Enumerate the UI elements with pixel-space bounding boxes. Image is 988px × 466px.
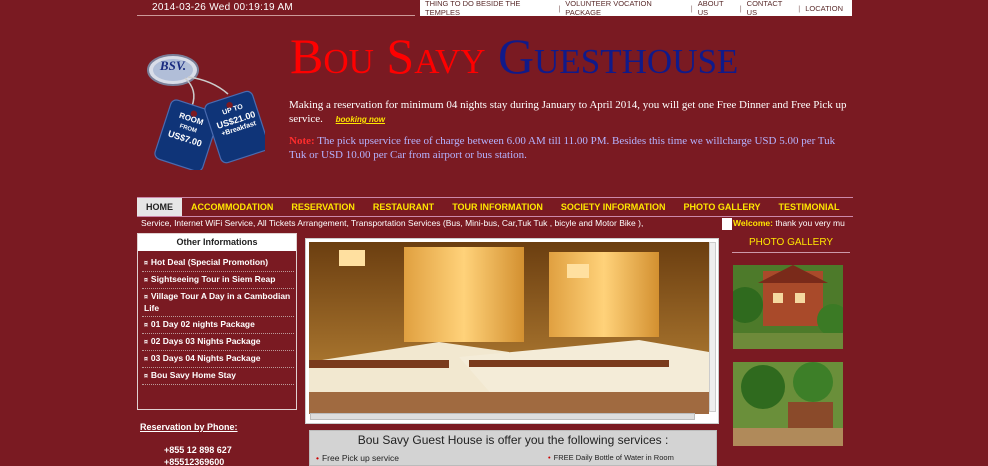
- promo-text: Making a reservation for minimum 04 nigh…: [289, 98, 849, 127]
- room-photo-frame: [305, 238, 719, 424]
- nav-testimonial[interactable]: TESTIMONIAL: [770, 198, 849, 216]
- nav-home[interactable]: HOME: [137, 198, 182, 216]
- nav-society-information[interactable]: SOCIETY INFORMATION: [552, 198, 675, 216]
- photo-vertical-scrollbar[interactable]: [709, 242, 716, 412]
- reservation-phone-title: Reservation by Phone:: [140, 422, 238, 432]
- other-informations-title: Other Informations: [138, 234, 296, 251]
- note-label: Note:: [289, 135, 315, 147]
- services-title: Bou Savy Guest House is offer you the fo…: [357, 433, 669, 447]
- note-text: The pick upservice free of charge betwee…: [289, 135, 836, 161]
- top-link-volunteer[interactable]: VOLUNTEER VOCATION PACKAGE: [560, 0, 690, 17]
- other-informations-box: Other Informations ¤ Hot Deal (Special Pr…: [137, 233, 297, 410]
- nav-restaurant[interactable]: RESTAURANT: [364, 198, 443, 216]
- sidebar-item-sightseeing-tour[interactable]: ¤ Sightseeing Tour in Siem Reap: [142, 272, 294, 289]
- date-time-bar: 2014-03-26 Wed 00:19:19 AM: [137, 0, 415, 16]
- service-item: • FREE Daily Bottle of Water in Room: [548, 453, 674, 462]
- sidebar-item-02-days-package[interactable]: ¤ 02 Days 03 Nights Package: [142, 334, 294, 351]
- site-title-part1: Bou Savy: [290, 28, 486, 84]
- top-link-about-us[interactable]: ABOUT US: [693, 0, 740, 17]
- nav-photo-gallery[interactable]: PHOTO GALLERY: [675, 198, 770, 216]
- top-link-things-to-do[interactable]: THING TO DO BESIDE THE TEMPLES: [420, 0, 558, 17]
- nav-reservation[interactable]: RESERVATION: [282, 198, 364, 216]
- phone-number-1: +855 12 898 627: [164, 445, 232, 455]
- marquee-services-text: Service, Internet WiFi Service, All Tick…: [141, 218, 644, 228]
- top-link-contact-us[interactable]: CONTACT US: [742, 0, 799, 17]
- marquee-welcome: Welcome: thank you very mu: [733, 218, 845, 228]
- service-item: • Free Pick up service: [316, 453, 399, 463]
- site-title: Bou Savy Guesthouse: [290, 28, 738, 84]
- services-marquee: Service, Internet WiFi Service, All Tick…: [137, 218, 853, 230]
- gallery-thumbnail[interactable]: [733, 265, 843, 349]
- gallery-thumbnail[interactable]: [733, 362, 843, 446]
- logo-initials: BSV.: [159, 58, 187, 73]
- pickup-note: Note: The pick upservice free of charge …: [289, 134, 849, 162]
- top-links-bar: THING TO DO BESIDE THE TEMPLES | VOLUNTEE…: [420, 0, 852, 17]
- main-nav: HOME ACCOMMODATION RESERVATION RESTAURAN…: [137, 197, 853, 217]
- sidebar-item-village-tour[interactable]: ¤ Village Tour A Day in a Cambodian Life: [142, 289, 294, 317]
- photo-gallery-title: PHOTO GALLERY: [732, 237, 850, 253]
- sidebar-item-home-stay[interactable]: ¤ Bou Savy Home Stay: [142, 368, 294, 385]
- marquee-divider: [722, 218, 732, 230]
- date-time-text: 2014-03-26 Wed 00:19:19 AM: [152, 2, 294, 13]
- top-link-location[interactable]: LOCATION: [800, 4, 848, 13]
- sidebar-item-hot-deal[interactable]: ¤ Hot Deal (Special Promotion): [142, 255, 294, 272]
- sidebar-item-01-day-package[interactable]: ¤ 01 Day 02 nights Package: [142, 317, 294, 334]
- site-title-part2: Guesthouse: [498, 28, 739, 84]
- logo[interactable]: BSV. ROOM FROM US$7.00 UP TO US$21.00 +B…: [140, 50, 270, 172]
- booking-now-link[interactable]: booking now: [336, 115, 385, 124]
- nav-tour-information[interactable]: TOUR INFORMATION: [443, 198, 552, 216]
- photo-horizontal-scrollbar[interactable]: [310, 413, 695, 420]
- sidebar-item-03-days-package[interactable]: ¤ 03 Days 04 Nights Package: [142, 351, 294, 368]
- nav-accommodation[interactable]: ACCOMMODATION: [182, 198, 282, 216]
- services-box: Bou Savy Guest House is offer you the fo…: [309, 430, 717, 466]
- room-photo: [309, 242, 709, 414]
- phone-number-2: +85512369600: [164, 457, 225, 466]
